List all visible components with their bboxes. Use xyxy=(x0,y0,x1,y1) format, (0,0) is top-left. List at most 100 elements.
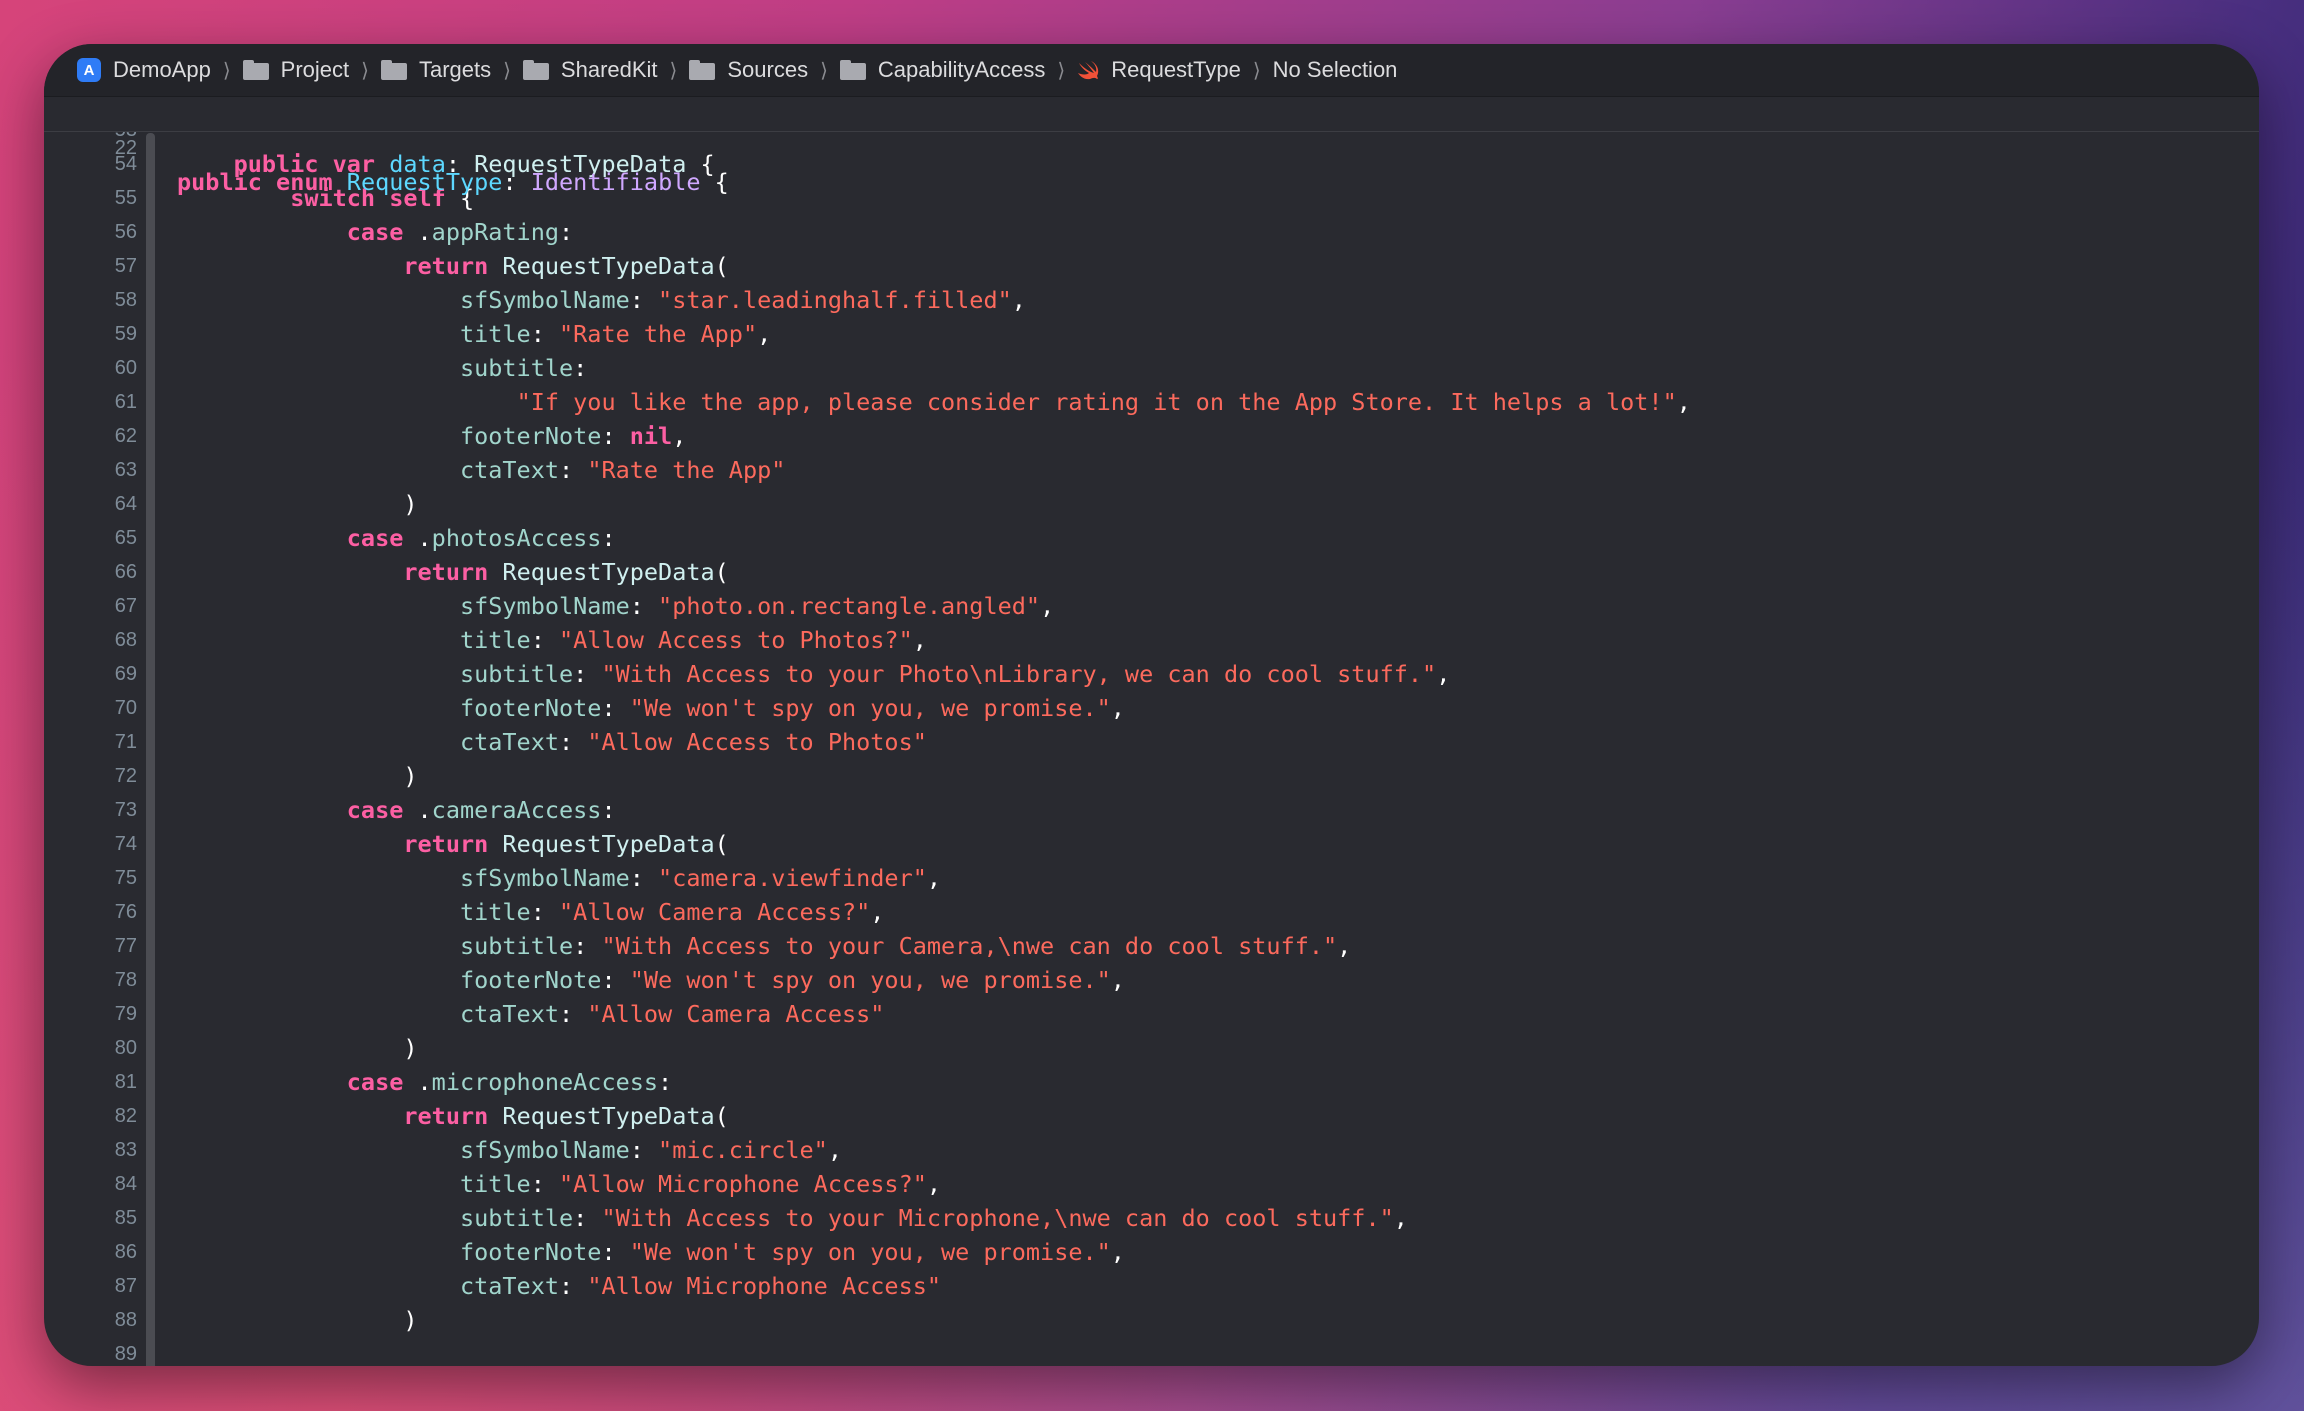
code-row[interactable]: 60 subtitle: xyxy=(44,351,2259,385)
line-number: 57 xyxy=(114,255,137,277)
source-editor[interactable]: 22 public enum RequestType: Identifiable… xyxy=(44,97,2259,1366)
code-row[interactable]: 56 case .appRating: xyxy=(44,215,2259,249)
code-row[interactable]: 79 ctaText: "Allow Camera Access" xyxy=(44,997,2259,1031)
code-row[interactable]: 58 sfSymbolName: "star.leadinghalf.fille… xyxy=(44,283,2259,317)
code-token: ) xyxy=(177,1034,418,1062)
line-number: 78 xyxy=(114,969,137,991)
code-row[interactable]: 62 footerNote: nil, xyxy=(44,419,2259,453)
code-row[interactable]: 72 ) xyxy=(44,759,2259,793)
code-row[interactable]: 64 ) xyxy=(44,487,2259,521)
line-number: 76 xyxy=(114,901,137,923)
code-row[interactable]: 85 subtitle: "With Access to your Microp… xyxy=(44,1201,2259,1235)
line-number: 85 xyxy=(114,1207,137,1229)
code-line: sfSymbolName: "star.leadinghalf.filled", xyxy=(177,283,1026,317)
code-row[interactable]: 68 title: "Allow Access to Photos?", xyxy=(44,623,2259,657)
code-row[interactable]: 73 case .cameraAccess: xyxy=(44,793,2259,827)
sticky-scope-header[interactable]: 22 public enum RequestType: Identifiable… xyxy=(44,97,2259,196)
code-line: return RequestTypeData( xyxy=(177,827,728,861)
code-token: : xyxy=(573,354,588,382)
code-token: ctaText xyxy=(459,1000,560,1028)
line-number: 79 xyxy=(114,1003,137,1025)
code-row[interactable]: 88 ) xyxy=(44,1303,2259,1337)
line-number: 88 xyxy=(114,1309,137,1331)
line-number: 58 xyxy=(114,289,137,311)
breadcrumb-sources[interactable]: Sources xyxy=(689,57,808,83)
line-number: 61 xyxy=(114,391,137,413)
code-token: , xyxy=(1337,932,1352,960)
chevron-right-icon: ⟩ xyxy=(1252,59,1261,82)
code-token: ( xyxy=(714,558,729,586)
code-row[interactable]: 63 ctaText: "Rate the App" xyxy=(44,453,2259,487)
code-token: , xyxy=(1040,592,1055,620)
code-token: : xyxy=(559,1272,588,1300)
code-row[interactable]: 81 case .microphoneAccess: xyxy=(44,1065,2259,1099)
breadcrumb-requesttype[interactable]: RequestType xyxy=(1077,57,1241,83)
code-row[interactable]: 84 title: "Allow Microphone Access?", xyxy=(44,1167,2259,1201)
code-token: : xyxy=(601,524,616,552)
code-line: case .cameraAccess: xyxy=(177,793,616,827)
code-row[interactable]: 74 return RequestTypeData( xyxy=(44,827,2259,861)
code-token: "If you like the app, please consider ra… xyxy=(516,388,1677,416)
code-token: "Allow Camera Access" xyxy=(587,1000,885,1028)
code-row[interactable]: 75 sfSymbolName: "camera.viewfinder", xyxy=(44,861,2259,895)
code-row[interactable]: 65 case .photosAccess: xyxy=(44,521,2259,555)
code-row[interactable]: 61 "If you like the app, please consider… xyxy=(44,385,2259,419)
breadcrumb-targets[interactable]: Targets xyxy=(380,57,491,83)
code-token: "Rate the App" xyxy=(587,456,786,484)
code-token: case xyxy=(346,218,404,246)
code-line: case .photosAccess: xyxy=(177,521,616,555)
code-line: return RequestTypeData( xyxy=(177,249,728,283)
code-token: "Allow Access to Photos" xyxy=(587,728,927,756)
code-row[interactable]: 82 return RequestTypeData( xyxy=(44,1099,2259,1133)
breadcrumb-no-selection[interactable]: No Selection xyxy=(1273,57,1398,83)
code-token: , xyxy=(926,1170,942,1198)
code-row[interactable]: 67 sfSymbolName: "photo.on.rectangle.ang… xyxy=(44,589,2259,623)
code-token: "We won't spy on you, we promise." xyxy=(629,694,1111,722)
folder-icon xyxy=(380,60,407,80)
chevron-right-icon: ⟩ xyxy=(669,59,678,82)
code-row[interactable]: 69 subtitle: "With Access to your Photo\… xyxy=(44,657,2259,691)
code-token: : xyxy=(559,1000,588,1028)
code-token: : xyxy=(502,168,531,196)
code-line: ) xyxy=(177,759,417,793)
code-token: : xyxy=(601,796,616,824)
code-token: "We won't spy on you, we promise." xyxy=(629,1238,1111,1266)
breadcrumb-capabilityaccess[interactable]: CapabilityAccess xyxy=(839,57,1045,83)
line-number: 75 xyxy=(114,867,137,889)
code-row[interactable]: 59 title: "Rate the App", xyxy=(44,317,2259,351)
code-row[interactable]: 57 return RequestTypeData( xyxy=(44,249,2259,283)
code-token: RequestTypeData xyxy=(502,252,715,280)
code-token: , xyxy=(870,898,885,926)
code-row[interactable]: 66 return RequestTypeData( xyxy=(44,555,2259,589)
breadcrumb-label: Sources xyxy=(727,57,809,82)
code-token: : xyxy=(629,864,659,892)
line-number: 65 xyxy=(114,527,137,549)
breadcrumb-demoapp[interactable]: A DemoApp xyxy=(77,57,211,83)
breadcrumb-sharedkit[interactable]: SharedKit xyxy=(522,57,658,83)
code-row[interactable]: 71 ctaText: "Allow Access to Photos" xyxy=(44,725,2259,759)
line-number: 22 xyxy=(114,137,137,159)
code-token: photosAccess xyxy=(431,524,602,552)
code-row[interactable]: 83 sfSymbolName: "mic.circle", xyxy=(44,1133,2259,1167)
code-row[interactable]: 87 ctaText: "Allow Microphone Access" xyxy=(44,1269,2259,1303)
code-row[interactable]: 80 ) xyxy=(44,1031,2259,1065)
code-row[interactable]: 78 footerNote: "We won't spy on you, we … xyxy=(44,963,2259,997)
code-row[interactable]: 70 footerNote: "We won't spy on you, we … xyxy=(44,691,2259,725)
code-row[interactable]: 77 subtitle: "With Access to your Camera… xyxy=(44,929,2259,963)
code-row[interactable]: 76 title: "Allow Camera Access?", xyxy=(44,895,2259,929)
code-line: ) xyxy=(177,1031,418,1065)
breadcrumb-project[interactable]: Project xyxy=(242,57,349,83)
code-token: "Allow Camera Access?" xyxy=(559,898,871,926)
code-token: : xyxy=(658,1068,673,1096)
chevron-right-icon: ⟩ xyxy=(503,59,511,82)
code-row[interactable]: 86 footerNote: "We won't spy on you, we … xyxy=(44,1235,2259,1269)
code-line: "If you like the app, please consider ra… xyxy=(177,385,1691,419)
code-row[interactable]: 89 xyxy=(44,1337,2259,1366)
